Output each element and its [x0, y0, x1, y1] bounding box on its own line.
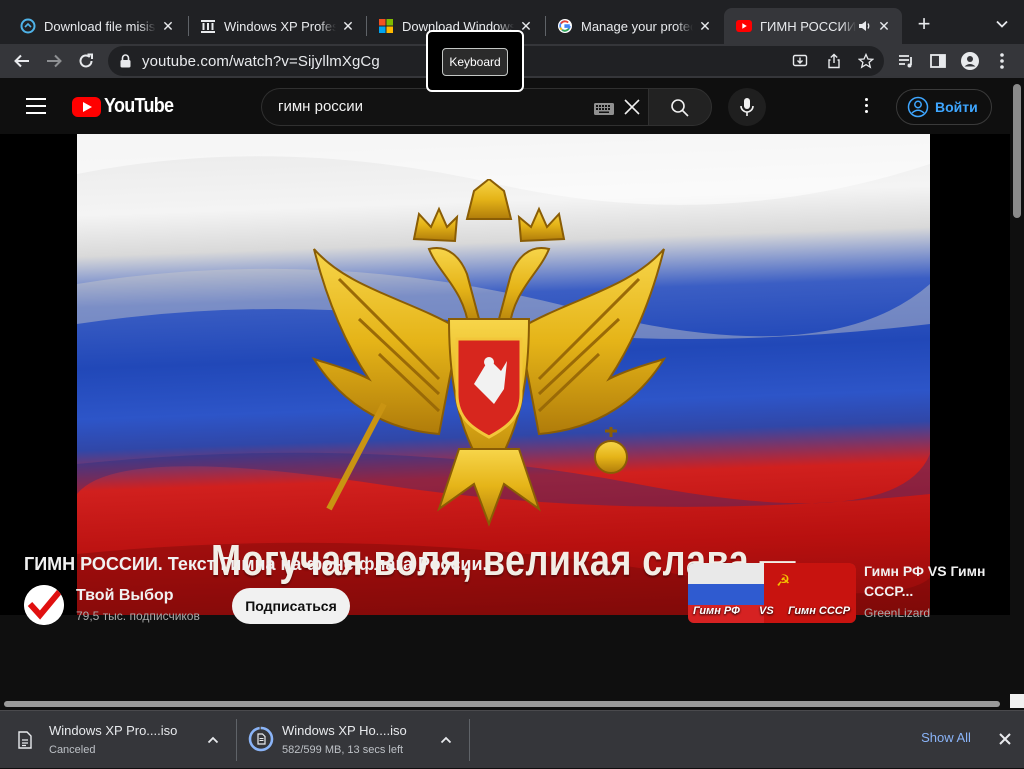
checkmark-logo-icon: [24, 585, 64, 625]
chevron-down-icon[interactable]: [994, 16, 1010, 32]
archive-org-icon: [200, 18, 216, 34]
media-control-icon[interactable]: [894, 49, 918, 73]
vertical-scrollbar[interactable]: [1010, 78, 1024, 708]
download-divider: [469, 719, 470, 761]
menu-icon[interactable]: [26, 98, 46, 114]
download-filename: Windows XP Ho....iso: [282, 723, 407, 738]
close-icon[interactable]: ✕: [340, 18, 356, 34]
scrollbar-thumb[interactable]: [4, 701, 1000, 707]
back-button[interactable]: [10, 49, 34, 73]
forward-button[interactable]: [42, 49, 66, 73]
sign-in-button[interactable]: Войти: [896, 89, 992, 125]
horizontal-scrollbar[interactable]: [0, 698, 1010, 710]
tab-title: Windows XP Professional: [224, 18, 336, 34]
share-icon[interactable]: [826, 53, 842, 69]
microphone-icon: [740, 98, 754, 116]
subscribe-button[interactable]: Подписаться: [232, 588, 350, 624]
search-icon: [671, 99, 689, 117]
new-tab-button[interactable]: +: [914, 13, 934, 35]
tab-title: ГИМН РОССИИ: [760, 18, 856, 34]
search-button[interactable]: [648, 88, 712, 126]
profile-icon[interactable]: [958, 49, 982, 73]
microsoft-icon: [378, 18, 394, 34]
channel-name[interactable]: Твой Выбор: [76, 587, 174, 605]
tab-title: Manage your protection: [581, 18, 693, 34]
show-all-button[interactable]: Show All: [910, 730, 982, 745]
youtube-icon: [736, 18, 752, 34]
tab-title: Download file misis wp: [44, 18, 156, 34]
keyboard-tooltip: Keyboard: [426, 30, 524, 92]
video-player[interactable]: Могучая воля, великая слава —: [0, 134, 1010, 615]
speaker-icon[interactable]: [858, 19, 872, 33]
tab-gimn-rossii[interactable]: ГИМН РОССИИ ✕: [724, 8, 902, 44]
coat-of-arms-emblem: [311, 179, 667, 527]
youtube-play-icon: [72, 96, 101, 117]
close-icon[interactable]: ✕: [160, 18, 176, 34]
youtube-wordmark: YouTube: [104, 95, 174, 117]
scrollbar-thumb[interactable]: [1013, 84, 1021, 218]
chrome-menu-icon[interactable]: [990, 49, 1014, 73]
close-icon[interactable]: [998, 732, 1012, 746]
bookmark-star-icon[interactable]: [857, 52, 875, 69]
recommended-channel[interactable]: GreenLizard: [864, 606, 930, 620]
search-input[interactable]: гимн россии: [261, 88, 649, 126]
lock-icon[interactable]: [120, 54, 131, 73]
youtube-page: YouTube гимн россии Войти Могучая воля, …: [0, 78, 1010, 708]
youtube-logo[interactable]: YouTube: [72, 95, 181, 118]
download-site-icon: [20, 18, 36, 34]
recommended-title[interactable]: Гимн РФ VS Гимн СССР...: [864, 561, 1004, 601]
tab-download-misis[interactable]: Download file misis wp ✕: [0, 8, 186, 44]
download-progress-ring: [248, 726, 274, 752]
video-title: ГИМН РОССИИ. Текст Гимна на фоне флага Р…: [24, 554, 488, 574]
url-text[interactable]: youtube.com/watch?v=SijyllmXgCg: [142, 53, 380, 70]
reload-button[interactable]: [74, 49, 98, 73]
close-icon[interactable]: ✕: [876, 18, 892, 34]
close-icon[interactable]: ✕: [697, 18, 713, 34]
download-shelf: Windows XP Pro....iso Canceled Windows X…: [0, 710, 1024, 768]
hammer-sickle-icon: ☭: [776, 573, 791, 590]
recommended-thumbnail[interactable]: ☭ Гимн РФ VS Гимн СССР: [688, 563, 856, 623]
tab-manage-protection[interactable]: Manage your protection ✕: [537, 8, 723, 44]
tooltip-label: Keyboard: [442, 48, 508, 76]
settings-menu-icon[interactable]: [864, 98, 870, 116]
keyboard-icon[interactable]: [594, 102, 614, 115]
voice-search-button[interactable]: [728, 88, 766, 126]
thumb-label-vs: VS: [759, 605, 774, 617]
sign-in-label[interactable]: Войти: [935, 99, 978, 115]
subscriber-count: 79,5 тыс. подписчиков: [76, 609, 200, 623]
install-app-icon[interactable]: [792, 53, 808, 69]
chevron-up-icon[interactable]: [439, 733, 453, 747]
thumb-label-right: Гимн СССР: [788, 605, 851, 617]
account-icon: [907, 96, 929, 118]
side-panel-icon[interactable]: [926, 49, 950, 73]
clear-search-icon[interactable]: [622, 97, 642, 117]
download-item[interactable]: Windows XP Ho....iso 582/599 MB, 13 secs…: [0, 711, 470, 769]
video-frame[interactable]: Могучая воля, великая слава —: [77, 134, 930, 615]
search-query[interactable]: гимн россии: [278, 98, 363, 115]
download-status: 582/599 MB, 13 secs left: [282, 744, 404, 756]
tab-windows-xp-professional[interactable]: Windows XP Professional ✕: [180, 8, 366, 44]
google-icon: [557, 18, 573, 34]
channel-avatar[interactable]: [24, 585, 64, 625]
thumb-label-left: Гимн РФ: [693, 605, 740, 617]
scrollbar-corner: [1010, 694, 1024, 708]
